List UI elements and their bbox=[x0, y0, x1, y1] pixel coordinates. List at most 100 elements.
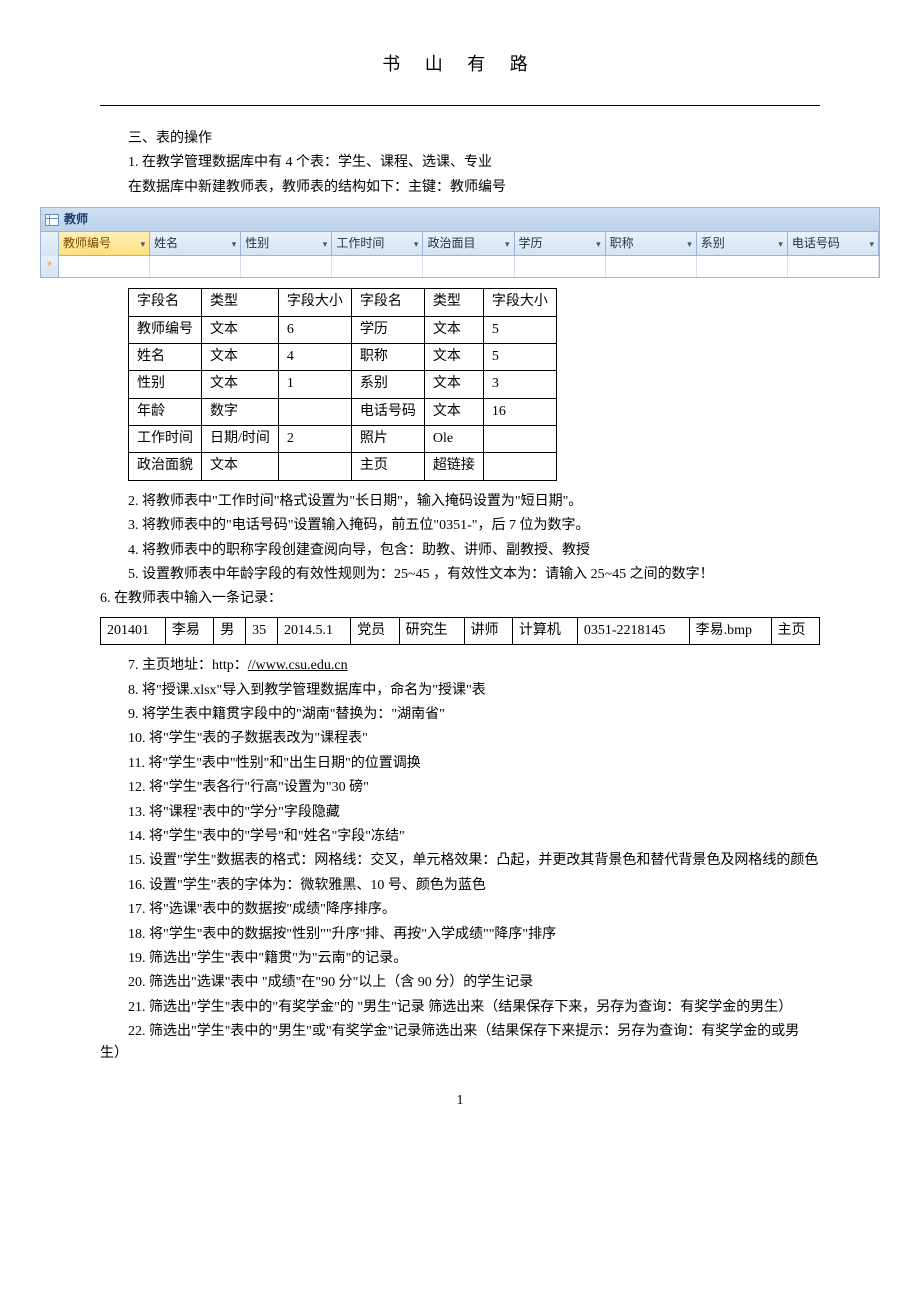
schema-table: 字段名类型字段大小字段名类型字段大小 教师编号文本6学历文本5姓名文本4职称文本… bbox=[128, 288, 557, 481]
schema-cell: 16 bbox=[483, 398, 556, 425]
schema-cell: 工作时间 bbox=[129, 426, 202, 453]
schema-header-cell: 字段大小 bbox=[483, 289, 556, 316]
section-title: 三、表的操作 bbox=[100, 128, 820, 150]
schema-cell: 文本 bbox=[202, 343, 279, 370]
schema-cell: 3 bbox=[483, 371, 556, 398]
list-item: 9. 将学生表中籍贯字段中的"湖南"替换为："湖南省" bbox=[100, 704, 820, 726]
schema-cell: 性别 bbox=[129, 371, 202, 398]
list-item: 11. 将"学生"表中"性别"和"出生日期"的位置调换 bbox=[100, 753, 820, 775]
column-header-label: 姓名 bbox=[154, 234, 178, 253]
dropdown-arrow-icon[interactable]: ▾ bbox=[232, 237, 237, 251]
empty-cell[interactable] bbox=[515, 256, 606, 277]
datasheet-header-row: 教师编号▾姓名▾性别▾工作时间▾政治面目▾学历▾职称▾系别▾电话号码▾ bbox=[41, 232, 879, 256]
list-item: 16. 设置"学生"表的字体为：微软雅黑、10 号、颜色为蓝色 bbox=[100, 875, 820, 897]
column-header[interactable]: 职称 ▾ bbox=[606, 232, 697, 256]
empty-cell[interactable] bbox=[606, 256, 697, 277]
record-cell: 主页 bbox=[771, 617, 820, 644]
schema-header-cell: 字段大小 bbox=[278, 289, 351, 316]
list-item: 14. 将"学生"表中的"学号"和"姓名"字段"冻结" bbox=[100, 826, 820, 848]
homepage-link[interactable]: //www.csu.edu.cn bbox=[248, 658, 348, 673]
list-item: 18. 将"学生"表中的数据按"性别""升序"排、再按"入学成绩""降序"排序 bbox=[100, 924, 820, 946]
column-header[interactable]: 政治面目▾ bbox=[423, 232, 514, 256]
schema-cell: 1 bbox=[278, 371, 351, 398]
schema-cell: 数字 bbox=[202, 398, 279, 425]
column-header[interactable]: 电话号码▾ bbox=[788, 232, 879, 256]
empty-cell[interactable] bbox=[788, 256, 879, 277]
schema-cell: 系别 bbox=[351, 371, 424, 398]
table-row: 性别文本1系别文本3 bbox=[129, 371, 557, 398]
schema-cell: 文本 bbox=[202, 453, 279, 480]
list-item: 20. 筛选出"选课"表中 "成绩"在"90 分"以上（含 90 分）的学生记录 bbox=[100, 972, 820, 994]
datasheet-preview: 教师 教师编号▾姓名▾性别▾工作时间▾政治面目▾学历▾职称▾系别▾电话号码▾ * bbox=[40, 207, 880, 278]
schema-header-cell: 类型 bbox=[202, 289, 279, 316]
column-header[interactable]: 系别 ▾ bbox=[697, 232, 788, 256]
schema-cell bbox=[483, 426, 556, 453]
schema-cell: 政治面貌 bbox=[129, 453, 202, 480]
empty-cell[interactable] bbox=[241, 256, 332, 277]
list-item: 10. 将"学生"表的子数据表改为"课程表" bbox=[100, 728, 820, 750]
column-header[interactable]: 性别 ▾ bbox=[241, 232, 332, 256]
record-cell: 35 bbox=[246, 617, 278, 644]
item-7-prefix: 7. 主页地址：http： bbox=[128, 658, 248, 673]
schema-cell: 姓名 bbox=[129, 343, 202, 370]
schema-cell: 5 bbox=[483, 316, 556, 343]
schema-cell: 学历 bbox=[351, 316, 424, 343]
record-cell: 研究生 bbox=[399, 617, 464, 644]
dropdown-arrow-icon[interactable]: ▾ bbox=[141, 237, 146, 251]
intro-line-1: 1. 在教学管理数据库中有 4 个表：学生、课程、选课、专业 bbox=[100, 152, 820, 174]
list-item: 17. 将"选课"表中的数据按"成绩"降序排序。 bbox=[100, 899, 820, 921]
schema-cell: 教师编号 bbox=[129, 316, 202, 343]
empty-cell[interactable] bbox=[150, 256, 241, 277]
column-header-label: 系别 bbox=[701, 234, 725, 253]
schema-cell: 6 bbox=[278, 316, 351, 343]
schema-cell: 文本 bbox=[424, 398, 483, 425]
dropdown-arrow-icon[interactable]: ▾ bbox=[323, 237, 328, 251]
running-title: 书 山 有 路 bbox=[100, 50, 820, 85]
record-cell: 计算机 bbox=[512, 617, 577, 644]
empty-cell[interactable] bbox=[697, 256, 788, 277]
table-row: 政治面貌文本主页超链接 bbox=[129, 453, 557, 480]
schema-cell: 文本 bbox=[424, 316, 483, 343]
table-row: 姓名文本4职称文本5 bbox=[129, 343, 557, 370]
schema-cell: 电话号码 bbox=[351, 398, 424, 425]
column-header[interactable]: 教师编号 ▾ bbox=[59, 232, 150, 256]
dropdown-arrow-icon[interactable]: ▾ bbox=[778, 237, 783, 251]
schema-cell: 2 bbox=[278, 426, 351, 453]
list-item: 2. 将教师表中"工作时间"格式设置为"长日期"，输入掩码设置为"短日期"。 bbox=[100, 491, 820, 513]
schema-cell: 主页 bbox=[351, 453, 424, 480]
record-cell: 0351-2218145 bbox=[577, 617, 689, 644]
schema-cell: Ole bbox=[424, 426, 483, 453]
empty-cell[interactable] bbox=[59, 256, 150, 277]
column-header-label: 性别 bbox=[245, 234, 269, 253]
column-header[interactable]: 工作时间▾ bbox=[332, 232, 423, 256]
schema-cell: 照片 bbox=[351, 426, 424, 453]
column-header-label: 学历 bbox=[519, 234, 543, 253]
list-item: 21. 筛选出"学生"表中的"有奖学金"的 "男生"记录 筛选出来（结果保存下来… bbox=[100, 997, 820, 1019]
column-header[interactable]: 学历 ▾ bbox=[515, 232, 606, 256]
schema-cell: 5 bbox=[483, 343, 556, 370]
schema-cell bbox=[483, 453, 556, 480]
dropdown-arrow-icon[interactable]: ▾ bbox=[596, 237, 601, 251]
empty-cell[interactable] bbox=[332, 256, 423, 277]
column-header-label: 教师编号 bbox=[63, 234, 111, 253]
dropdown-arrow-icon[interactable]: ▾ bbox=[687, 237, 692, 251]
dropdown-arrow-icon[interactable]: ▾ bbox=[505, 237, 510, 251]
datasheet-title: 教师 bbox=[64, 210, 88, 229]
schema-cell: 年龄 bbox=[129, 398, 202, 425]
dropdown-arrow-icon[interactable]: ▾ bbox=[414, 237, 419, 251]
empty-cell[interactable] bbox=[423, 256, 514, 277]
column-header-label: 职称 bbox=[610, 234, 634, 253]
newrow-marker[interactable]: * bbox=[41, 256, 59, 277]
list-item: 12. 将"学生"表各行"行高"设置为"30 磅" bbox=[100, 777, 820, 799]
schema-header-cell: 类型 bbox=[424, 289, 483, 316]
record-cell: 讲师 bbox=[464, 617, 512, 644]
list-item: 8. 将"授课.xlsx"导入到教学管理数据库中，命名为"授课"表 bbox=[100, 680, 820, 702]
column-header[interactable]: 姓名 ▾ bbox=[150, 232, 241, 256]
schema-cell: 文本 bbox=[202, 316, 279, 343]
record-cell: 李易.bmp bbox=[689, 617, 771, 644]
dropdown-arrow-icon[interactable]: ▾ bbox=[869, 237, 874, 251]
record-cell: 男 bbox=[214, 617, 246, 644]
record-table: 201401李易男352014.5.1党员研究生讲师计算机0351-221814… bbox=[100, 617, 820, 645]
row-selector[interactable] bbox=[41, 232, 59, 256]
header-rule bbox=[100, 105, 820, 106]
